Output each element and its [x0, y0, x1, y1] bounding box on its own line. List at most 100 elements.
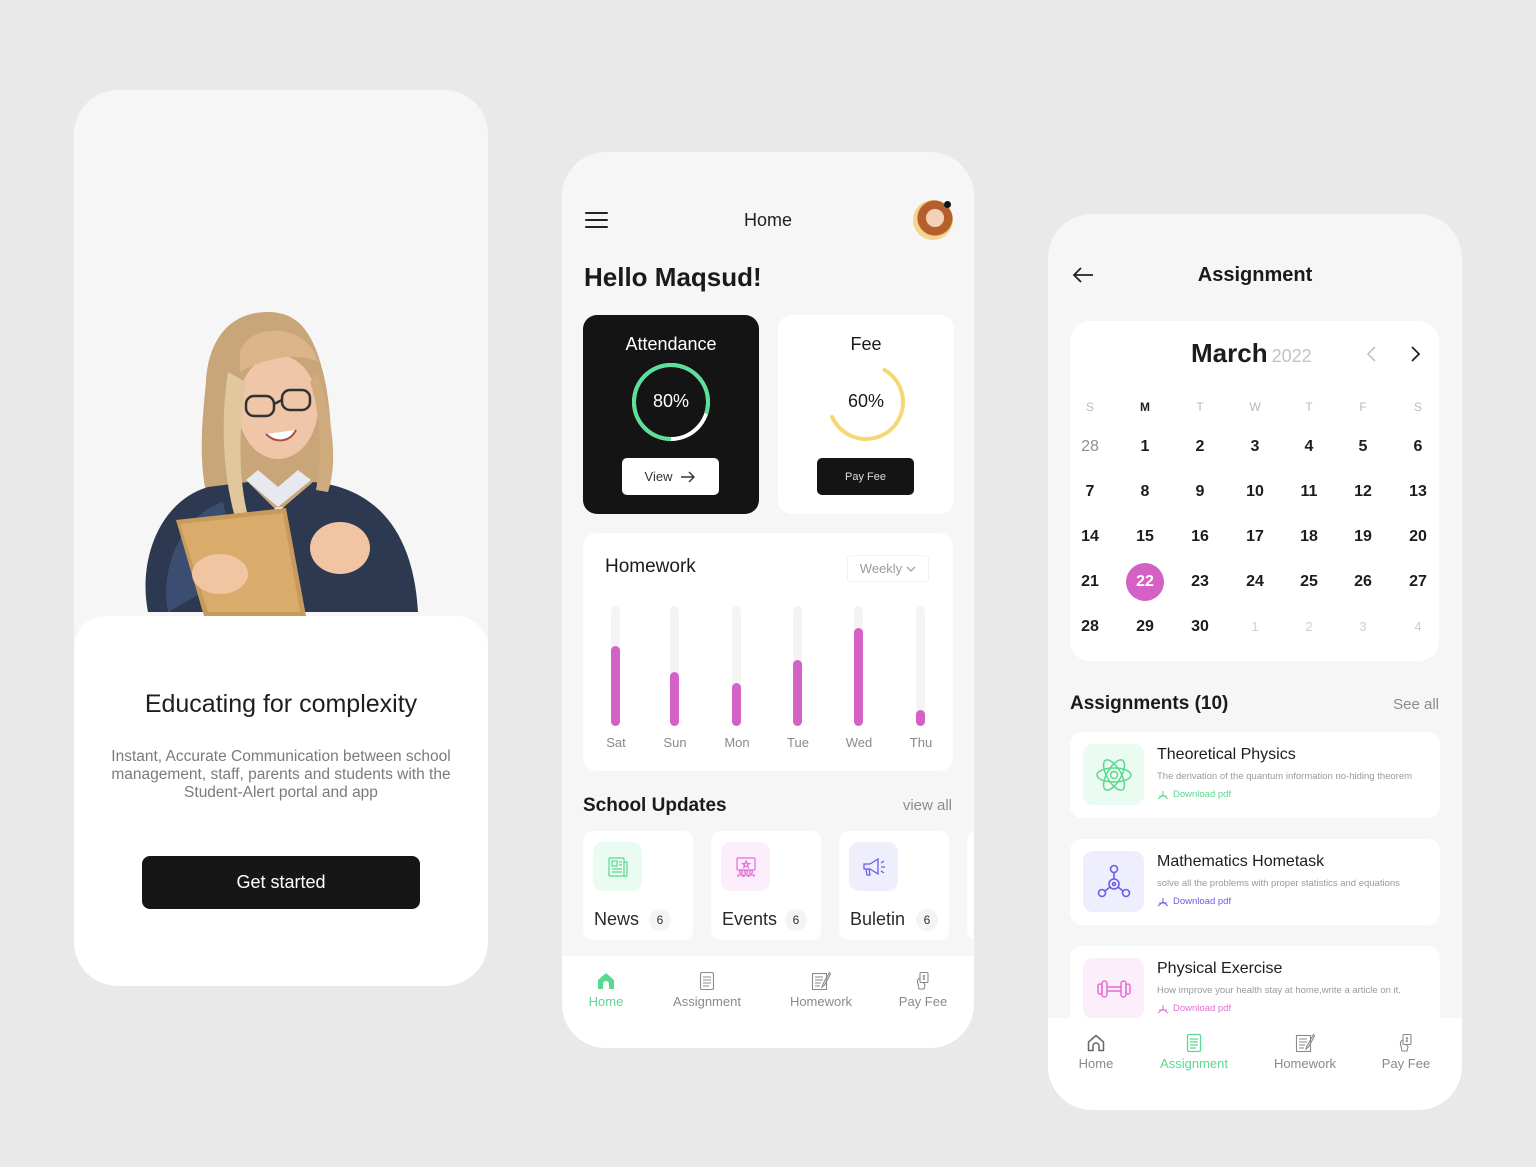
- update-card-partial[interactable]: [967, 831, 974, 940]
- attendance-title: Attendance: [625, 334, 717, 354]
- tab-home[interactable]: Home: [562, 970, 654, 1009]
- view-attendance-button[interactable]: View: [622, 458, 719, 495]
- tab-assignment[interactable]: Assignment: [1146, 1032, 1242, 1071]
- bar-track: [916, 606, 925, 726]
- bar-day-label: Sun: [663, 735, 687, 750]
- view-label: View: [644, 469, 673, 484]
- download-pdf-link[interactable]: Download pdf: [1157, 896, 1231, 907]
- assignment-card[interactable]: Mathematics Hometask solve all the probl…: [1070, 839, 1440, 925]
- calendar-day[interactable]: 10: [1235, 473, 1275, 511]
- fee-title: Fee: [850, 334, 882, 354]
- calendar-day[interactable]: 28: [1070, 428, 1110, 466]
- tab-homework[interactable]: Homework: [1257, 1032, 1353, 1071]
- update-label: Events: [722, 909, 778, 929]
- assignment-screen: Assignment March 2022 S M T W T F S 28 1 2 3 4 5 6 7 8 9 1…: [1048, 214, 1462, 1110]
- tab-pay-fee[interactable]: Pay Fee: [1358, 1032, 1454, 1071]
- calendar-day[interactable]: 26: [1343, 563, 1383, 601]
- bar-day-label: Mon: [724, 735, 750, 750]
- event-presentation-icon: [735, 856, 756, 877]
- calendar-day[interactable]: 24: [1235, 563, 1275, 601]
- prev-month-chevron-icon[interactable]: [1364, 345, 1380, 363]
- update-label: News: [594, 909, 640, 929]
- bar-fill: [670, 672, 679, 726]
- calendar-day[interactable]: 1: [1125, 428, 1165, 466]
- tab-label: Assignment: [673, 994, 741, 1009]
- bar-day-label: Tue: [787, 735, 809, 750]
- calendar-day[interactable]: 9: [1180, 473, 1220, 511]
- update-count-badge: 6: [649, 909, 671, 931]
- calendar-day[interactable]: 27: [1398, 563, 1438, 601]
- period-select[interactable]: Weekly: [847, 555, 929, 582]
- bar-sat: Sat: [596, 606, 636, 750]
- pay-fee-button[interactable]: Pay Fee: [817, 458, 914, 495]
- calendar-year: 2022: [1271, 346, 1312, 366]
- weekday-label: T: [1196, 400, 1204, 414]
- calendar-day[interactable]: 25: [1289, 563, 1329, 601]
- update-card-events[interactable]: Events 6: [711, 831, 821, 940]
- period-select-value: Weekly: [859, 561, 903, 576]
- calendar-day[interactable]: 2: [1180, 428, 1220, 466]
- tab-homework[interactable]: Homework: [773, 970, 869, 1009]
- view-all-link[interactable]: view all: [903, 797, 952, 814]
- calendar-day[interactable]: 2: [1289, 608, 1329, 646]
- calendar-day[interactable]: 23: [1180, 563, 1220, 601]
- chevron-down-icon: [906, 566, 916, 572]
- see-all-link[interactable]: See all: [1393, 696, 1439, 713]
- bar-day-label: Wed: [845, 735, 873, 750]
- pdf-icon: [1157, 1004, 1169, 1013]
- calendar-day-selected[interactable]: 22: [1126, 563, 1164, 601]
- calendar-day[interactable]: 28: [1070, 608, 1110, 646]
- calendar-day[interactable]: 20: [1398, 518, 1438, 556]
- calendar-day[interactable]: 3: [1235, 428, 1275, 466]
- calendar-day[interactable]: 6: [1398, 428, 1438, 466]
- tab-label: Pay Fee: [898, 994, 948, 1009]
- calendar-day[interactable]: 30: [1180, 608, 1220, 646]
- calendar-day[interactable]: 15: [1125, 518, 1165, 556]
- calendar-day[interactable]: 29: [1125, 608, 1165, 646]
- weekday-label: F: [1359, 400, 1367, 414]
- bar-sun: Sun: [655, 606, 695, 750]
- calendar-day[interactable]: 19: [1343, 518, 1383, 556]
- calendar-day[interactable]: 16: [1180, 518, 1220, 556]
- assignment-icon-tile: [1083, 958, 1144, 1019]
- homework-title: Homework: [605, 556, 696, 577]
- calendar-day[interactable]: 1: [1235, 608, 1275, 646]
- student-with-tablet-photo: [145, 312, 418, 616]
- download-label: Download pdf: [1173, 789, 1232, 800]
- bar-wed: Wed: [839, 606, 879, 750]
- calendar-day[interactable]: 11: [1289, 473, 1329, 511]
- download-pdf-link[interactable]: Download pdf: [1157, 1003, 1231, 1014]
- tab-home[interactable]: Home: [1048, 1032, 1144, 1071]
- tab-assignment[interactable]: Assignment: [659, 970, 755, 1009]
- calendar-day[interactable]: 21: [1070, 563, 1110, 601]
- calendar-day[interactable]: 12: [1343, 473, 1383, 511]
- update-card-buletin[interactable]: Buletin 6: [839, 831, 949, 940]
- page-title: Assignment: [1197, 264, 1313, 286]
- assignment-icon-tile: [1083, 851, 1144, 912]
- tab-label: Assignment: [1160, 1056, 1228, 1071]
- calendar-day[interactable]: 4: [1289, 428, 1329, 466]
- calendar-day[interactable]: 14: [1070, 518, 1110, 556]
- assignment-title: Mathematics Hometask: [1157, 853, 1325, 870]
- calendar-day[interactable]: 7: [1070, 473, 1110, 511]
- tab-label: Home: [1078, 1056, 1114, 1071]
- get-started-button[interactable]: Get started: [142, 856, 420, 909]
- next-month-chevron-icon[interactable]: [1407, 345, 1423, 363]
- calendar-day[interactable]: 13: [1398, 473, 1438, 511]
- hand-payment-icon: [916, 971, 929, 990]
- update-count-badge: 6: [785, 909, 807, 931]
- calendar: March 2022 S M T W T F S 28 1 2 3 4 5 6 7 8 9 10 11 12 13 14 15…: [1070, 321, 1439, 661]
- bottom-tab-bar: Home Assignment Homework Pay Fee: [1048, 1018, 1462, 1110]
- tab-pay-fee[interactable]: Pay Fee: [875, 970, 971, 1009]
- calendar-day[interactable]: 8: [1125, 473, 1165, 511]
- calendar-day[interactable]: 3: [1343, 608, 1383, 646]
- calendar-day[interactable]: 17: [1235, 518, 1275, 556]
- assignment-card[interactable]: Theoretical Physics The derivation of th…: [1070, 732, 1440, 818]
- avatar[interactable]: [913, 200, 953, 240]
- calendar-day[interactable]: 4: [1398, 608, 1438, 646]
- update-card-news[interactable]: News 6: [583, 831, 693, 940]
- onboarding-panel: Educating for complexity Instant, Accura…: [74, 616, 488, 986]
- calendar-day[interactable]: 18: [1289, 518, 1329, 556]
- calendar-day[interactable]: 5: [1343, 428, 1383, 466]
- download-pdf-link[interactable]: Download pdf: [1157, 789, 1231, 800]
